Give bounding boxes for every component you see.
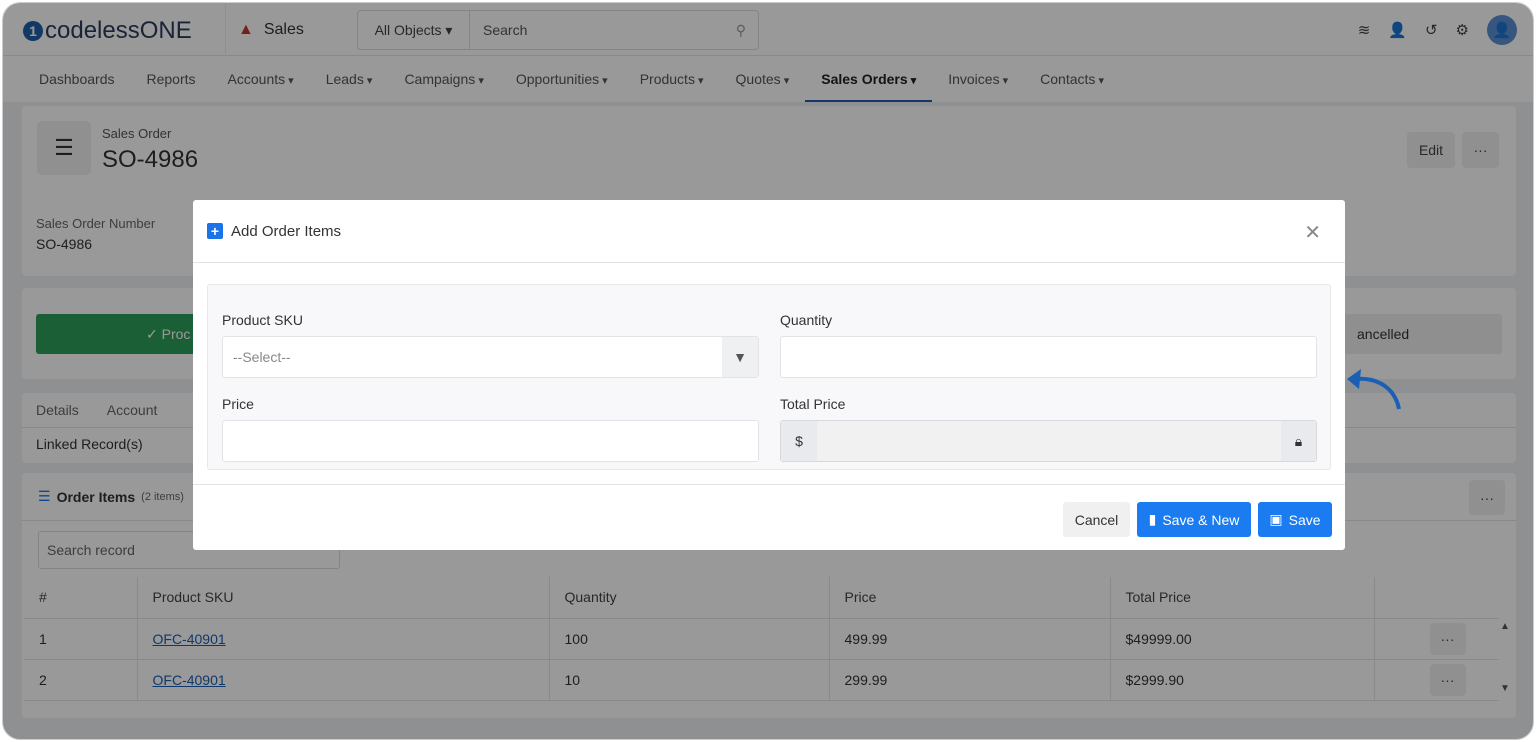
app-window: 1 codelessONE ▲ Sales All Objects ▾ Search… <box>2 2 1534 740</box>
dialog-title: Add Order Items <box>231 222 342 240</box>
quantity-input[interactable] <box>780 336 1317 378</box>
close-icon[interactable]: ✕ <box>1304 220 1321 245</box>
currency-addon: $ <box>781 421 817 461</box>
file-icon: ▮ <box>1148 511 1157 527</box>
price-label: Price <box>222 396 254 412</box>
form-body: Product SKU --Select-- ▼ Quantity Price … <box>207 284 1331 470</box>
product-sku-select[interactable]: --Select-- ▼ <box>222 336 759 378</box>
floppy-icon: ▣ <box>1269 511 1283 527</box>
cancel-button[interactable]: Cancel <box>1063 502 1130 537</box>
plus-icon: + <box>207 223 223 239</box>
arrow-annotation-icon <box>1347 369 1401 410</box>
save-button[interactable]: ▣ Save <box>1258 502 1332 537</box>
chevron-down-icon[interactable]: ▼ <box>722 337 758 377</box>
quantity-label: Quantity <box>780 312 833 328</box>
total-price-field: $ 🔒︎ <box>780 420 1317 462</box>
sku-label: Product SKU <box>222 312 303 328</box>
add-order-items-dialog: + Add Order Items ✕ Product SKU --Select-… <box>193 200 1345 550</box>
total-price-label: Total Price <box>780 396 846 412</box>
price-input[interactable] <box>222 420 759 462</box>
lock-icon: 🔒︎ <box>1281 421 1316 461</box>
save-new-button[interactable]: ▮ Save & New <box>1137 502 1251 537</box>
